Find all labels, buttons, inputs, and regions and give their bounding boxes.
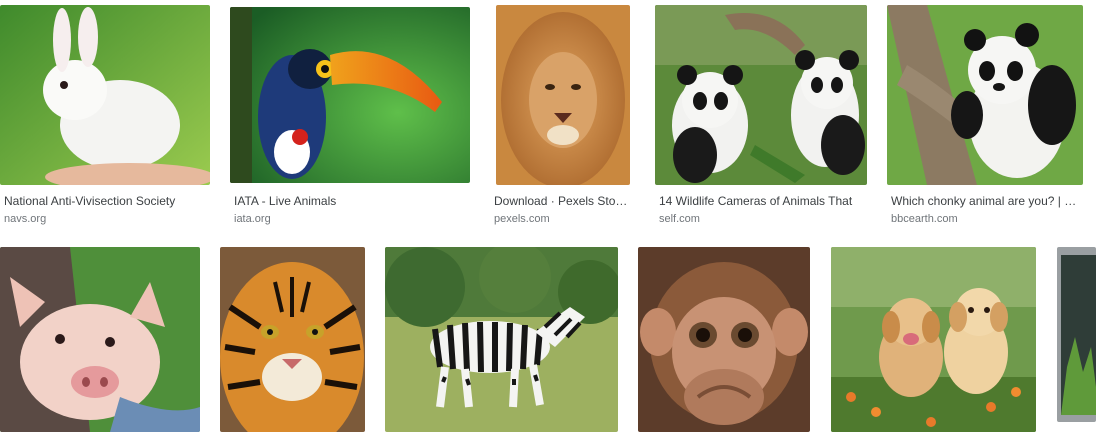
image-results-grid: National Anti-Vivisection Society navs.o… bbox=[0, 0, 1096, 432]
monkey-image[interactable] bbox=[638, 247, 810, 432]
result-card-zebra[interactable] bbox=[385, 247, 618, 432]
puppies-image[interactable] bbox=[831, 247, 1036, 432]
panda-tree-image[interactable] bbox=[887, 5, 1083, 185]
result-card-partial[interactable] bbox=[1057, 247, 1096, 432]
result-card-monkey[interactable] bbox=[638, 247, 810, 432]
result-source: iata.org bbox=[234, 213, 271, 225]
result-card-panda-tree[interactable]: Which chonky animal are you? | BBC Earth… bbox=[887, 5, 1083, 230]
piglet-image[interactable] bbox=[0, 247, 200, 432]
result-card-puppies[interactable] bbox=[831, 247, 1036, 432]
result-title[interactable]: Download · Pexels Stock Photos bbox=[494, 193, 628, 209]
white-rabbit-image[interactable] bbox=[0, 5, 210, 185]
result-card-rabbit[interactable]: National Anti-Vivisection Society navs.o… bbox=[0, 5, 210, 230]
result-card-pandas[interactable]: 14 Wildlife Cameras of Animals That self… bbox=[655, 5, 870, 230]
toucan-image[interactable] bbox=[230, 7, 470, 183]
lion-image[interactable] bbox=[496, 5, 630, 185]
result-source: self.com bbox=[659, 213, 700, 225]
result-title[interactable]: Which chonky animal are you? | BBC Earth bbox=[891, 193, 1079, 209]
zebra-image[interactable] bbox=[385, 247, 618, 432]
result-title[interactable]: IATA - Live Animals bbox=[234, 193, 468, 209]
partial-image[interactable] bbox=[1057, 247, 1096, 422]
result-card-tiger[interactable] bbox=[220, 247, 365, 432]
pandas-image[interactable] bbox=[655, 5, 867, 185]
result-title[interactable]: National Anti-Vivisection Society bbox=[4, 193, 204, 209]
result-source: bbcearth.com bbox=[891, 213, 958, 225]
result-card-piglet[interactable] bbox=[0, 247, 200, 432]
result-source: navs.org bbox=[4, 213, 47, 225]
tiger-image[interactable] bbox=[220, 247, 365, 432]
result-title[interactable]: 14 Wildlife Cameras of Animals That bbox=[659, 193, 865, 209]
result-card-toucan[interactable]: IATA - Live Animals iata.org bbox=[230, 5, 470, 230]
result-card-lion[interactable]: Download · Pexels Stock Photos pexels.co… bbox=[490, 5, 630, 230]
result-source: pexels.com bbox=[494, 213, 550, 225]
